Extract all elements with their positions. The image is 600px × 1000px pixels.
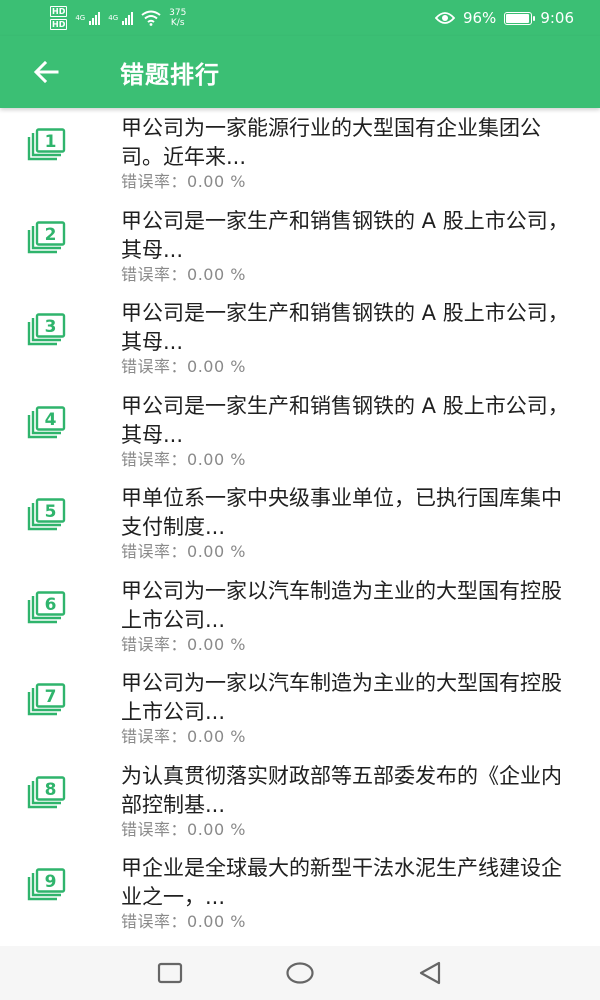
list-item[interactable]: 8 为认真贯彻落实财政部等五部委发布的《企业内部控制基... 错误率：0.00 % <box>0 756 600 848</box>
error-rate-label: 错误率： <box>121 542 188 561</box>
error-rate-value: 0.00 % <box>187 264 246 284</box>
error-rate: 错误率：0.00 % <box>121 172 246 192</box>
stacked-number-icon: 1 <box>27 128 66 161</box>
signal-icon <box>89 11 101 25</box>
error-rate: 错误率：0.00 % <box>121 542 246 562</box>
speed-unit: K/s <box>170 18 185 28</box>
stacked-number-icon: 8 <box>27 775 66 808</box>
error-rate-label: 错误率： <box>121 819 188 839</box>
list-item[interactable]: 3 甲公司是一家生产和销售钢铁的 A 股上市公司，其母... 错误率：0.00 % <box>0 293 600 385</box>
error-rate-value: 0.00 % <box>187 912 246 931</box>
list-item[interactable]: 6 甲公司为一家以汽车制造为主业的大型国有控股上市公司... 错误率：0.00 % <box>0 571 600 663</box>
app-screen: HD HD 4G 4G 375 K/s 96% 9:06 错题排行 1 甲公司为… <box>0 0 600 1000</box>
error-rate-value: 0.00 % <box>187 634 246 654</box>
error-rate: 错误率：0.00 % <box>121 357 246 377</box>
error-rate: 错误率：0.00 % <box>121 912 246 932</box>
question-title: 甲公司是一家生产和销售钢铁的 A 股上市公司，其母... <box>121 208 569 262</box>
hd-top: HD <box>50 6 68 17</box>
list-item[interactable]: 4 甲公司是一家生产和销售钢铁的 A 股上市公司，其母... 错误率：0.00 % <box>0 386 600 478</box>
status-right: 96% 9:06 <box>434 9 574 27</box>
error-rate-value: 0.00 % <box>187 357 246 376</box>
rank-number: 7 <box>45 687 57 707</box>
back-button[interactable] <box>0 36 92 108</box>
circle-icon <box>286 962 314 984</box>
battery-icon <box>504 11 536 25</box>
network-type-1: 4G <box>75 14 86 22</box>
stacked-number-icon: 3 <box>27 313 66 346</box>
question-title: 甲公司为一家以汽车制造为主业的大型国有控股上市公司... <box>121 578 562 632</box>
error-rate: 错误率：0.00 % <box>121 820 246 840</box>
error-rate: 错误率：0.00 % <box>121 727 246 747</box>
stacked-number-icon: 9 <box>27 868 66 901</box>
wifi-icon <box>141 10 161 26</box>
signal-icon-2 <box>122 11 134 25</box>
hd-indicator: HD HD <box>50 5 68 31</box>
rank-number: 2 <box>45 225 57 245</box>
error-rate-value: 0.00 % <box>187 542 246 561</box>
error-rate-label: 错误率： <box>121 727 188 746</box>
error-rate-label: 错误率： <box>121 172 188 191</box>
toolbar: 错题排行 <box>0 36 600 108</box>
rank-number: 3 <box>45 317 57 337</box>
battery-percent: 96% <box>462 9 497 27</box>
error-rate-label: 错误率： <box>121 449 188 469</box>
arrow-left-icon <box>33 61 59 83</box>
stacked-number-icon: 2 <box>27 220 66 253</box>
page-title: 错题排行 <box>120 60 220 89</box>
system-nav-bar <box>0 946 600 1000</box>
error-rate-label: 错误率： <box>121 357 188 376</box>
network-speed: 375 K/s <box>169 8 186 28</box>
error-rate-label: 错误率： <box>121 912 188 931</box>
error-rate-label: 错误率： <box>121 634 188 654</box>
stacked-number-icon: 4 <box>27 405 66 438</box>
stacked-number-icon: 5 <box>27 498 66 531</box>
network-type-2: 4G <box>108 14 119 22</box>
square-icon <box>157 962 183 984</box>
rank-number: 6 <box>45 595 57 615</box>
question-title: 甲单位系一家中央级事业单位，已执行国库集中支付制度... <box>121 486 562 539</box>
error-rate-value: 0.00 % <box>187 449 246 469</box>
error-rate-label: 错误率： <box>121 264 188 284</box>
hd-bottom: HD <box>50 19 68 30</box>
stacked-number-icon: 6 <box>27 590 66 623</box>
status-left: HD HD 4G 4G 375 K/s <box>50 5 186 31</box>
error-rate: 错误率：0.00 % <box>121 265 246 285</box>
rank-number: 5 <box>45 502 57 522</box>
list-item[interactable]: 1 甲公司为一家能源行业的大型国有企业集团公司。近年来... 错误率：0.00 % <box>0 108 600 200</box>
status-bar: HD HD 4G 4G 375 K/s 96% 9:06 <box>0 0 600 36</box>
rank-number: 9 <box>45 872 57 892</box>
rank-number: 8 <box>45 780 57 800</box>
list-item[interactable]: 2 甲公司是一家生产和销售钢铁的 A 股上市公司，其母... 错误率：0.00 % <box>0 201 600 293</box>
question-title: 甲公司是一家生产和销售钢铁的 A 股上市公司，其母... <box>121 393 569 447</box>
question-title: 甲公司为一家能源行业的大型国有企业集团公司。近年来... <box>121 116 541 169</box>
error-rate-value: 0.00 % <box>187 819 246 839</box>
error-rate-value: 0.00 % <box>187 172 246 191</box>
error-rate: 错误率：0.00 % <box>121 635 246 655</box>
question-title: 甲公司为一家以汽车制造为主业的大型国有控股上市公司... <box>121 671 562 724</box>
battery-fill <box>506 13 530 23</box>
question-title: 甲公司是一家生产和销售钢铁的 A 股上市公司，其母... <box>121 301 569 354</box>
list-item[interactable]: 5 甲单位系一家中央级事业单位，已执行国库集中支付制度... 错误率：0.00 % <box>0 478 600 570</box>
error-rate-value: 0.00 % <box>187 727 246 746</box>
recents-button[interactable] <box>105 946 235 1000</box>
list-item[interactable]: 9 甲企业是全球最大的新型干法水泥生产线建设企业之一，... 错误率：0.00 % <box>0 848 600 940</box>
rank-number: 4 <box>45 410 57 430</box>
question-title: 甲企业是全球最大的新型干法水泥生产线建设企业之一，... <box>121 856 562 909</box>
eye-comfort-icon <box>434 12 455 24</box>
speed-value: 375 <box>169 8 187 18</box>
rank-number: 1 <box>45 132 57 152</box>
error-rate: 错误率：0.00 % <box>121 450 246 470</box>
clock: 9:06 <box>540 9 574 27</box>
question-title: 为认真贯彻落实财政部等五部委发布的《企业内部控制基... <box>121 763 562 817</box>
home-button[interactable] <box>235 946 365 1000</box>
error-ranking-list[interactable]: 1 甲公司为一家能源行业的大型国有企业集团公司。近年来... 错误率：0.00 % 2… <box>0 108 600 946</box>
triangle-back-icon <box>419 961 441 985</box>
list-item[interactable]: 7 甲公司为一家以汽车制造为主业的大型国有控股上市公司... 错误率：0.00 % <box>0 663 600 755</box>
stacked-number-icon: 7 <box>27 683 66 716</box>
nav-back-button[interactable] <box>365 946 495 1000</box>
